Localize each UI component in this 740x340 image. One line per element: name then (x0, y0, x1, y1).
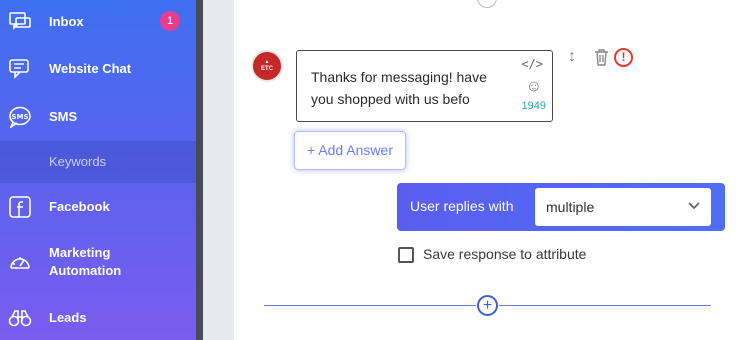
sidebar-item-leads[interactable]: Leads (0, 296, 196, 340)
character-count: 1949 (521, 100, 546, 112)
reorder-icon[interactable]: ↕ (568, 48, 576, 66)
divider-right (499, 305, 711, 306)
sidebar-item-label: Leads (49, 310, 87, 325)
reply-type-label: User replies with (410, 198, 514, 214)
code-icon[interactable]: </> (521, 57, 543, 71)
save-response-checkbox[interactable] (398, 247, 414, 263)
sidebar-item-label: Marketing Automation (49, 245, 122, 278)
binoculars-icon (8, 306, 32, 330)
sidebar-item-label: Facebook (49, 199, 110, 214)
reply-type-value: multiple (546, 199, 595, 215)
sidebar-item-label: Inbox (49, 14, 84, 29)
sidebar-item-inbox[interactable]: Inbox 1 (0, 0, 196, 44)
trash-icon[interactable] (594, 48, 609, 71)
add-answer-button[interactable]: + Add Answer (294, 131, 406, 170)
website-chat-icon (8, 57, 32, 81)
sidebar-scrollbar[interactable] (196, 0, 203, 340)
user-replies-bar: User replies with multiple (397, 183, 725, 231)
save-response-label: Save response to attribute (423, 246, 587, 262)
add-step-button[interactable]: + (477, 295, 498, 316)
divider-left (264, 305, 476, 306)
sidebar: Inbox 1 Website Chat SMS SMS Keywords Fa… (0, 0, 196, 340)
sidebar-item-website-chat[interactable]: Website Chat (0, 47, 196, 91)
sidebar-item-label: Keywords (49, 154, 107, 169)
sidebar-item-facebook[interactable]: Facebook (0, 185, 196, 229)
unread-badge: 1 (160, 11, 180, 31)
avatar: ▲ ETC (251, 50, 283, 82)
error-icon[interactable]: ! (614, 48, 633, 67)
sidebar-item-label: SMS (49, 109, 78, 124)
sidebar-item-label: Website Chat (49, 61, 132, 76)
gauge-icon (8, 250, 32, 274)
logo-mark-icon: ▲ (264, 59, 270, 65)
sidebar-item-keywords[interactable]: Keywords (0, 141, 196, 183)
message-text[interactable]: Thanks for messaging! have you shopped w… (311, 66, 511, 110)
svg-text:SMS: SMS (11, 113, 28, 121)
sidebar-item-sms[interactable]: SMS SMS (0, 95, 196, 139)
sidebar-item-marketing-automation[interactable]: Marketing Automation (0, 236, 196, 286)
chevron-down-icon (688, 198, 700, 213)
facebook-icon (8, 195, 32, 219)
message-editor[interactable]: Thanks for messaging! have you shopped w… (296, 50, 553, 122)
reply-type-select[interactable]: multiple (535, 188, 711, 226)
emoji-icon[interactable]: ☺ (526, 78, 542, 96)
avatar-text: ETC (261, 66, 273, 72)
chat-bubbles-icon (8, 10, 32, 34)
sms-icon: SMS (8, 105, 32, 129)
